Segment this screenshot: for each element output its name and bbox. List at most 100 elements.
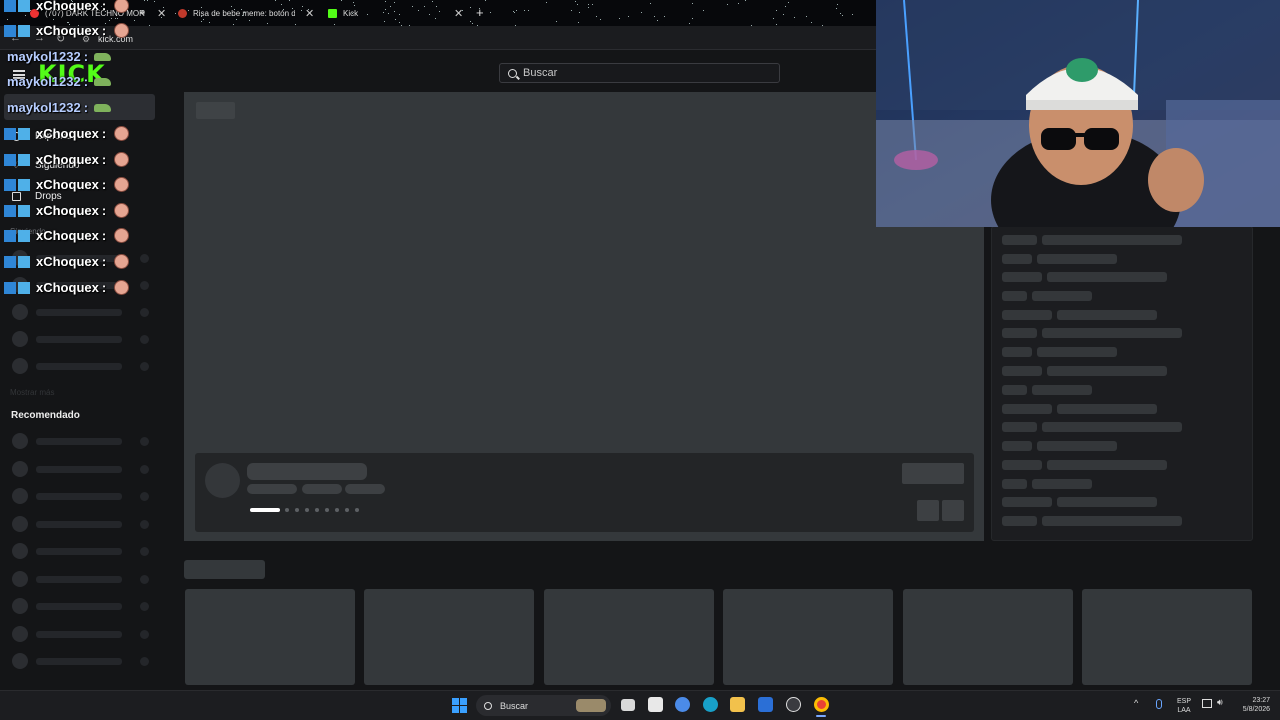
carousel-dot[interactable]	[305, 508, 309, 512]
tag-skeleton	[345, 484, 385, 494]
star-decoration	[745, 0, 746, 1]
star-decoration	[175, 13, 176, 14]
carousel-dot[interactable]	[325, 508, 329, 512]
mail-icon[interactable]	[758, 697, 773, 712]
chat-line-skeleton	[1002, 366, 1042, 376]
chat-line-skeleton	[1002, 497, 1052, 507]
carousel-active-indicator[interactable]	[250, 508, 280, 512]
chevron-up-icon[interactable]: ^	[1134, 699, 1138, 708]
gift-icon	[12, 192, 21, 201]
star-decoration	[657, 20, 658, 21]
carousel-dot[interactable]	[355, 508, 359, 512]
star-decoration	[783, 14, 784, 15]
tag-skeleton	[247, 484, 297, 494]
badge-icon	[4, 24, 16, 37]
chrome-icon[interactable]	[814, 697, 829, 712]
star-decoration	[727, 4, 728, 5]
head-emote-icon	[114, 23, 130, 38]
show-more-link[interactable]: Mostrar más	[10, 388, 54, 397]
search-bar[interactable]	[499, 63, 780, 83]
stream-card-skeleton	[364, 589, 534, 685]
clock-time: 23:27	[1252, 697, 1270, 704]
sub-badge-icon	[18, 127, 30, 140]
chat-line-skeleton	[1047, 366, 1167, 376]
microphone-icon[interactable]	[1156, 699, 1162, 709]
carousel-dot[interactable]	[345, 508, 349, 512]
carousel-dot[interactable]	[315, 508, 319, 512]
tab-kick[interactable]: Kick ✕	[328, 0, 468, 26]
sidebar-item-drops[interactable]: Drops	[12, 191, 62, 202]
sub-badge-icon	[18, 153, 30, 166]
star-decoration	[692, 3, 693, 4]
close-tab-icon[interactable]: ✕	[454, 7, 463, 20]
carousel-dot[interactable]	[295, 508, 299, 512]
store-icon[interactable]	[648, 697, 663, 712]
chat-line-skeleton	[1002, 347, 1032, 357]
star-decoration	[776, 10, 777, 11]
close-tab-icon[interactable]: ✕	[305, 7, 314, 20]
chat-line-skeleton	[1002, 328, 1037, 338]
site-icon	[178, 8, 187, 18]
taskbar-search-input[interactable]	[500, 700, 580, 711]
star-decoration	[811, 22, 812, 23]
overlay-chat-line: maykol1232:	[7, 100, 112, 115]
task-view-icon[interactable]	[621, 699, 635, 711]
chat-line-skeleton	[1002, 385, 1027, 395]
badge-icon	[4, 255, 16, 268]
steam-icon[interactable]	[786, 697, 801, 712]
overlay-sep: :	[101, 280, 107, 295]
address-bar: ← → ↻ ⚙︎ kick.com	[0, 26, 876, 50]
overlay-sep: :	[83, 74, 89, 89]
clock[interactable]: 23:27 5/8/2026	[1236, 696, 1270, 714]
webcam-feed-image	[876, 0, 1280, 227]
badge-icon	[4, 204, 16, 217]
overlay-chat-line: xChoquex:	[4, 23, 130, 38]
windows-start-icon[interactable]	[452, 698, 467, 713]
kick-favicon-icon	[328, 8, 337, 18]
chat-line-skeleton	[1032, 291, 1092, 301]
carousel-dot[interactable]	[285, 508, 289, 512]
action-button-skeleton	[917, 500, 939, 521]
star-decoration	[837, 4, 838, 5]
taskbar-search[interactable]	[476, 695, 611, 716]
action-button-skeleton	[942, 500, 964, 521]
lang-bottom: LAA	[1177, 707, 1191, 714]
overlay-username: xChoquex	[36, 203, 99, 218]
croc-emote-icon	[94, 52, 112, 61]
tab-risa[interactable]: Risa de bebe meme: botón de ✕	[178, 0, 318, 26]
carousel-dot[interactable]	[335, 508, 339, 512]
badge-icon	[4, 153, 16, 166]
stream-card-skeleton	[723, 589, 893, 685]
copilot-icon[interactable]	[675, 697, 690, 712]
browser-tab-bar: (707) DARK TECHNO MORA 🔊︎ ✕ Risa de bebe…	[0, 0, 876, 26]
search-input[interactable]	[523, 67, 763, 79]
star-decoration	[7, 19, 8, 20]
close-tab-icon[interactable]: ✕	[157, 7, 166, 20]
speaker-icon[interactable]: 🔊︎	[140, 8, 145, 18]
chat-line-skeleton	[1042, 328, 1182, 338]
language-indicator[interactable]: ESP LAA	[1174, 697, 1194, 715]
chat-line-skeleton	[1002, 310, 1052, 320]
search-icon	[508, 68, 517, 78]
chat-line-skeleton	[1032, 479, 1092, 489]
stream-card-skeleton	[544, 589, 714, 685]
head-emote-icon	[114, 0, 130, 13]
overlay-chat-line: xChoquex:	[4, 254, 130, 269]
recommended-heading: Recomendado	[11, 410, 80, 421]
head-emote-icon	[114, 177, 130, 192]
star-decoration	[664, 16, 665, 17]
chat-line-skeleton	[1057, 404, 1157, 414]
sub-badge-icon	[18, 281, 30, 294]
network-icon[interactable]	[1202, 699, 1212, 708]
new-tab-button[interactable]: +	[476, 5, 484, 20]
overlay-chat-line: xChoquex:	[4, 177, 130, 192]
stream-card-skeleton	[1082, 589, 1252, 685]
star-decoration	[776, 24, 777, 25]
volume-icon[interactable]: 🔊︎	[1217, 698, 1223, 707]
badge-icon	[4, 127, 16, 140]
chat-line-skeleton	[1032, 385, 1092, 395]
edge-icon[interactable]	[703, 697, 718, 712]
stream-card-skeleton	[903, 589, 1073, 685]
chat-line-skeleton	[1002, 291, 1027, 301]
file-explorer-icon[interactable]	[730, 697, 745, 712]
